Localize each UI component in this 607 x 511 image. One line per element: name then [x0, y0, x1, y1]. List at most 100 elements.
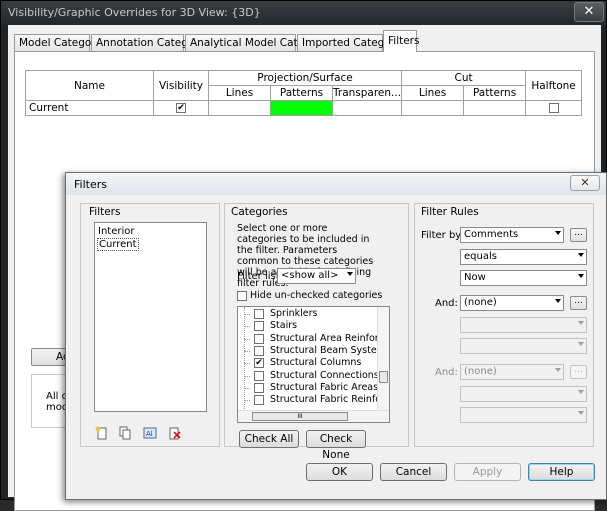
category-checkbox[interactable] — [254, 370, 264, 381]
row-lines-cell[interactable] — [208, 100, 271, 116]
col-header-halftone[interactable]: Halftone — [525, 70, 583, 101]
category-checkbox[interactable] — [254, 321, 264, 332]
filters-group: Filters Interior Current Al — [80, 203, 220, 447]
col-header-cut-lines: Lines — [401, 85, 465, 101]
row-cut-lines-cell[interactable] — [401, 100, 465, 116]
table-row[interactable]: Current ✔ — [25, 100, 583, 116]
and1-value-combo[interactable] — [460, 338, 587, 354]
filter-by-label: Filter by: — [421, 230, 464, 241]
filters-group-label: Filters — [89, 206, 121, 218]
filter-item-current[interactable]: Current — [97, 238, 139, 251]
filter-list-value: <show all> — [281, 270, 339, 281]
category-label: Structural Connections — [270, 369, 379, 381]
col-header-cut: Cut — [401, 70, 527, 86]
apply-button[interactable]: Apply — [454, 463, 521, 481]
hide-unchecked-checkbox[interactable] — [237, 291, 247, 301]
col-header-projection-surface: Projection/Surface — [207, 70, 403, 86]
window-title: Visibility/Graphic Overrides for 3D View… — [8, 6, 261, 19]
cancel-button[interactable]: Cancel — [380, 463, 447, 481]
categories-tree[interactable]: SprinklersStairsStructural Area Reinforc… — [237, 306, 390, 423]
halftone-checkbox[interactable] — [548, 103, 559, 113]
and2-value: (none) — [464, 366, 497, 377]
dialog-title: Filters — [74, 178, 107, 191]
new-filter-icon[interactable] — [95, 426, 109, 440]
col-header-patterns: Patterns — [270, 85, 333, 101]
tab-imported-categories[interactable]: Imported Categories — [297, 34, 410, 51]
filter-rules-label: Filter Rules — [421, 206, 479, 218]
col-header-visibility[interactable]: Visibility — [153, 70, 209, 101]
category-checkbox[interactable] — [254, 309, 264, 319]
and1-dropdown[interactable]: (none) — [460, 295, 564, 311]
filter-by-dropdown[interactable]: Comments — [460, 227, 564, 243]
category-checkbox[interactable] — [254, 333, 264, 344]
and2-dropdown[interactable]: (none) — [460, 364, 564, 380]
category-label: Structural Fabric Areas — [270, 381, 379, 393]
row-cut-patterns-cell[interactable] — [463, 100, 527, 116]
col-header-name[interactable]: Name — [25, 70, 154, 101]
vertical-scrollbar[interactable] — [377, 307, 389, 411]
and1-label: And: — [435, 298, 458, 309]
filter-by-value: Comments — [464, 229, 519, 240]
row-visibility-cell[interactable]: ✔ — [153, 100, 209, 116]
category-checkbox[interactable]: ✔ — [254, 358, 264, 369]
row-transparency-cell[interactable] — [331, 100, 403, 116]
categories-group: Categories Select one or more categories… — [224, 203, 409, 461]
window-close-button[interactable]: ✕ — [574, 2, 604, 22]
duplicate-filter-icon[interactable] — [118, 426, 132, 440]
and2-value-combo[interactable] — [460, 407, 587, 423]
hide-unchecked-label: Hide un-checked categories — [250, 290, 383, 301]
and2-label: And: — [435, 367, 458, 378]
category-label: Sprinklers — [270, 308, 318, 319]
col-header-lines: Lines — [208, 85, 271, 101]
tree-guide-line — [244, 307, 245, 411]
col-header-transparency: Transparen... — [331, 85, 403, 101]
delete-filter-icon[interactable] — [167, 426, 181, 440]
row-halftone-cell[interactable] — [525, 100, 583, 116]
category-checkbox[interactable] — [254, 395, 264, 406]
operator-dropdown[interactable]: equals — [460, 249, 587, 265]
vertical-scroll-thumb[interactable] — [379, 371, 388, 383]
check-all-button[interactable]: Check All — [239, 430, 299, 448]
filters-listbox[interactable]: Interior Current — [94, 222, 207, 412]
close-icon: ✕ — [580, 176, 590, 189]
check-none-button[interactable]: Check None — [306, 430, 366, 461]
horizontal-scrollbar[interactable]: III — [238, 410, 389, 422]
category-label: Structural Columns — [270, 357, 362, 369]
dialog-close-button[interactable]: ✕ — [570, 175, 600, 191]
chevron-down-icon — [347, 272, 353, 276]
ok-button[interactable]: OK — [306, 463, 373, 481]
and1-browse-button[interactable]: ... — [570, 296, 587, 310]
filter-item-interior[interactable]: Interior — [98, 226, 134, 237]
rename-filter-icon[interactable]: Al — [143, 426, 157, 440]
and2-browse-button[interactable]: ... — [570, 365, 587, 379]
row-patterns-cell[interactable] — [270, 100, 333, 116]
filter-by-browse-button[interactable]: ... — [570, 228, 587, 242]
and2-operator-dropdown[interactable] — [460, 386, 587, 402]
and1-value: (none) — [464, 297, 497, 308]
rule-value: Now — [464, 272, 486, 283]
operator-value: equals — [464, 251, 497, 262]
filter-list-dropdown[interactable]: <show all> — [277, 268, 356, 284]
tab-model-categories[interactable]: Model Categories — [14, 34, 110, 51]
tab-filters[interactable]: Filters — [383, 30, 419, 52]
filter-overrides-table: Name Visibility Projection/Surface Cut H… — [25, 70, 583, 116]
category-label: Structural Beam Systems — [270, 344, 390, 356]
chevron-down-icon — [555, 231, 561, 235]
category-checkbox[interactable] — [254, 345, 264, 356]
chevron-down-icon — [578, 274, 584, 278]
visibility-checkbox[interactable]: ✔ — [176, 103, 186, 113]
tab-analytical-model-categories[interactable]: Analytical Model Categories — [185, 34, 336, 51]
col-header-cut-patterns: Patterns — [463, 85, 527, 101]
window-titlebar: Visibility/Graphic Overrides for 3D View… — [1, 1, 606, 25]
help-button[interactable]: Help — [528, 463, 595, 481]
category-checkbox[interactable] — [254, 382, 264, 393]
tab-annotation-categories[interactable]: Annotation Categories — [91, 34, 214, 51]
chevron-down-icon — [578, 411, 584, 415]
categories-group-label: Categories — [231, 206, 288, 218]
chevron-down-icon — [578, 342, 584, 346]
and1-operator-dropdown[interactable] — [460, 317, 587, 333]
close-icon: ✕ — [583, 4, 595, 19]
row-name-cell[interactable]: Current — [25, 100, 154, 116]
horizontal-scroll-thumb[interactable]: III — [252, 412, 348, 421]
rule-value-combo[interactable]: Now — [460, 270, 587, 286]
